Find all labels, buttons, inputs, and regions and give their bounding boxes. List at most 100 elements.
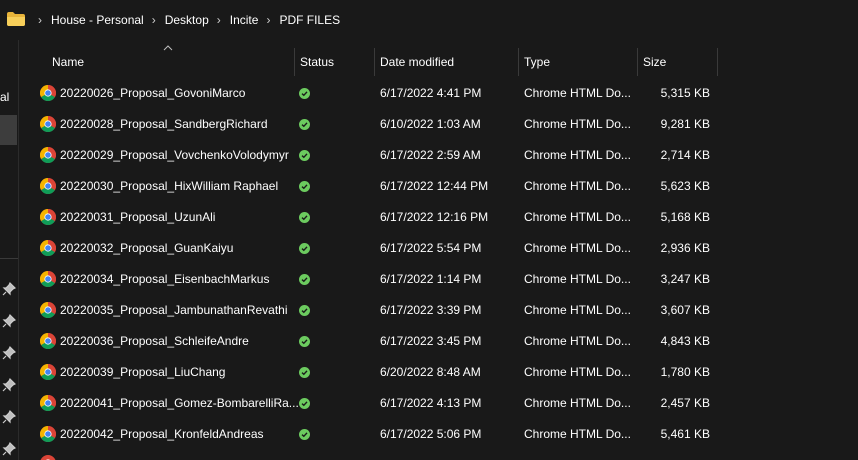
synced-check-icon [299,367,310,378]
pin-icon[interactable] [2,410,16,424]
file-type: Chrome HTML Do... [524,210,631,224]
date-modified: 6/17/2022 2:59 AM [380,148,481,162]
date-modified: 6/17/2022 4:41 PM [380,86,482,100]
breadcrumb-separator[interactable]: › [217,13,221,27]
pin-icon[interactable] [2,346,16,360]
synced-check-icon [299,150,310,161]
file-name[interactable]: 20220031_Proposal_UzunAli [60,202,300,233]
file-row[interactable]: 20220041_Proposal_Gomez-BombarelliRa... … [24,388,858,419]
chrome-icon [40,116,56,132]
file-name[interactable]: 20220042_Proposal_KronfeldAndreas [60,419,300,450]
date-modified: 6/17/2022 12:16 PM [380,210,489,224]
nav-item-label[interactable]: al [0,90,9,104]
column-header-date-modified[interactable]: Date modified [374,48,518,76]
file-name[interactable]: 20220034_Proposal_EisenbachMarkus [60,264,300,295]
column-header-type[interactable]: Type [518,48,636,76]
file-name[interactable]: 20220029_Proposal_VovchenkoVolodymyr [60,140,300,171]
synced-check-icon [299,212,310,223]
address-bar[interactable]: › House - Personal › Desktop › Incite › … [0,0,858,40]
navigation-pane[interactable]: al [0,40,19,460]
date-modified: 6/20/2022 8:48 AM [380,365,481,379]
file-size: 5,623 KB [660,179,710,193]
file-name[interactable]: 20220036_Proposal_SchleifeAndre [60,326,300,357]
file-row[interactable]: 20220032_Proposal_GuanKaiyu 6/17/2022 5:… [24,233,858,264]
file-name[interactable]: 20220030_Proposal_HixWilliam Raphael [60,171,300,202]
file-type: Chrome HTML Do... [524,117,631,131]
chrome-icon [40,426,56,442]
chrome-icon [40,85,56,101]
synced-check-icon [299,305,310,316]
file-size: 5,168 KB [660,210,710,224]
chrome-icon [40,455,56,460]
breadcrumb-separator[interactable]: › [38,13,42,27]
date-modified: 6/17/2022 3:39 PM [380,303,482,317]
date-modified: 6/17/2022 3:45 PM [380,334,482,348]
file-row[interactable]: 20220031_Proposal_UzunAli 6/17/2022 12:1… [24,202,858,233]
chrome-icon [40,333,56,349]
breadcrumb-separator[interactable]: › [266,13,270,27]
file-name[interactable]: 20220039_Proposal_LiuChang [60,357,300,388]
synced-check-icon [299,119,310,130]
file-size: 2,457 KB [660,396,710,410]
file-row[interactable]: 20220036_Proposal_SchleifeAndre 6/17/202… [24,326,858,357]
file-size: 2,714 KB [660,148,710,162]
file-type: Chrome HTML Do... [524,427,631,441]
file-name[interactable]: 20220026_Proposal_GovoniMarco [60,78,300,109]
chrome-icon [40,209,56,225]
date-modified: 6/17/2022 5:06 PM [380,427,482,441]
breadcrumb: › House - Personal › Desktop › Incite › … [30,13,340,27]
pin-icon[interactable] [2,378,16,392]
breadcrumb-item-desktop[interactable]: Desktop [165,13,209,27]
file-type: Chrome HTML Do... [524,179,631,193]
date-modified: 6/17/2022 12:44 PM [380,179,489,193]
file-row-partial[interactable] [24,450,858,460]
synced-check-icon [299,243,310,254]
chrome-icon [40,271,56,287]
breadcrumb-item-incite[interactable]: Incite [230,13,259,27]
date-modified: 6/17/2022 5:54 PM [380,241,482,255]
column-header-name[interactable]: Name [46,48,296,76]
date-modified: 6/17/2022 4:13 PM [380,396,482,410]
file-row[interactable]: 20220030_Proposal_HixWilliam Raphael 6/1… [24,171,858,202]
chrome-icon [40,302,56,318]
file-row[interactable]: 20220028_Proposal_SandbergRichard 6/10/2… [24,109,858,140]
folder-icon [7,12,25,26]
file-row[interactable]: 20220034_Proposal_EisenbachMarkus 6/17/2… [24,264,858,295]
file-name[interactable]: 20220032_Proposal_GuanKaiyu [60,233,300,264]
file-type: Chrome HTML Do... [524,241,631,255]
file-size: 5,315 KB [660,86,710,100]
chrome-icon [40,395,56,411]
chrome-icon [40,147,56,163]
breadcrumb-item-house-personal[interactable]: House - Personal [51,13,144,27]
synced-check-icon [299,429,310,440]
chrome-icon [40,364,56,380]
file-row[interactable]: 20220035_Proposal_JambunathanRevathi 6/1… [24,295,858,326]
column-divider[interactable] [717,48,718,76]
column-header-status[interactable]: Status [294,48,374,76]
nav-item-selected[interactable] [0,115,17,145]
breadcrumb-separator[interactable]: › [152,13,156,27]
file-size: 9,281 KB [660,117,710,131]
file-size: 3,607 KB [660,303,710,317]
synced-check-icon [299,336,310,347]
file-type: Chrome HTML Do... [524,148,631,162]
file-row[interactable]: 20220039_Proposal_LiuChang 6/20/2022 8:4… [24,357,858,388]
synced-check-icon [299,398,310,409]
chrome-icon [40,178,56,194]
pin-icon[interactable] [2,282,16,296]
pin-icon[interactable] [2,442,16,456]
file-name[interactable]: 20220028_Proposal_SandbergRichard [60,109,300,140]
file-name[interactable]: 20220035_Proposal_JambunathanRevathi [60,295,300,326]
nav-divider [0,258,18,259]
file-row[interactable]: 20220029_Proposal_VovchenkoVolodymyr 6/1… [24,140,858,171]
column-header-size[interactable]: Size [637,48,717,76]
pin-icon[interactable] [2,314,16,328]
file-size: 1,780 KB [660,365,710,379]
file-row[interactable]: 20220042_Proposal_KronfeldAndreas 6/17/2… [24,419,858,450]
breadcrumb-item-pdf-files[interactable]: PDF FILES [279,13,340,27]
file-size: 4,843 KB [660,334,710,348]
file-name[interactable]: 20220041_Proposal_Gomez-BombarelliRa... [60,388,300,419]
file-row[interactable]: 20220026_Proposal_GovoniMarco 6/17/2022 … [24,78,858,109]
column-header-row: Name Status Date modified Type Size [24,48,858,76]
date-modified: 6/10/2022 1:03 AM [380,117,481,131]
